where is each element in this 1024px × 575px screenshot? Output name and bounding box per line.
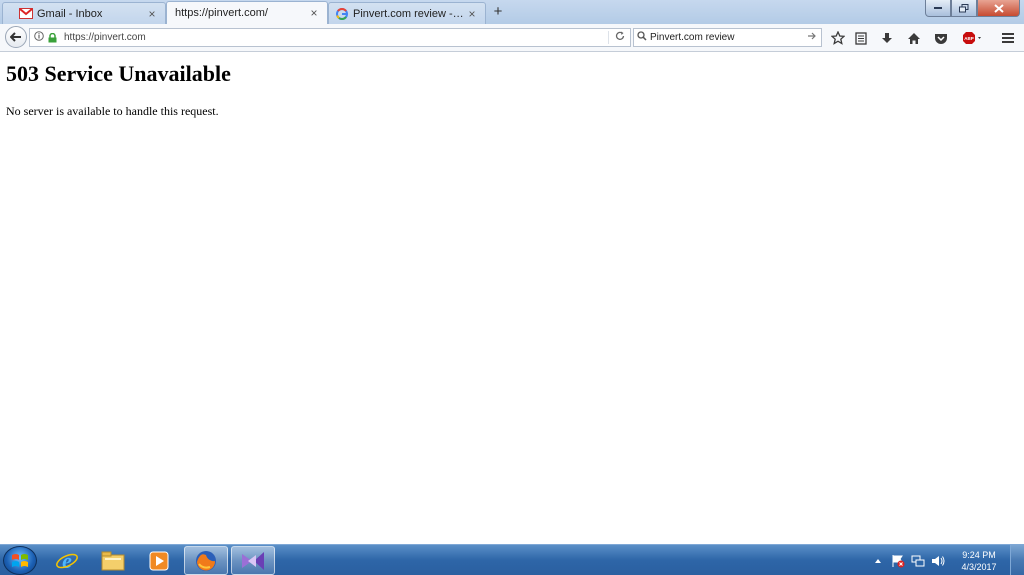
back-arrow-icon (10, 32, 21, 42)
taskbar: e 9:24 PM 4/3/2017 (0, 544, 1024, 575)
error-heading: 503 Service Unavailable (6, 61, 231, 86)
bookmarks-menu-icon[interactable] (853, 30, 869, 46)
url-bar[interactable]: https://pinvert.com (29, 28, 631, 47)
pocket-icon[interactable] (933, 30, 949, 46)
show-hidden-icons-icon[interactable] (870, 553, 886, 569)
bookmark-star-icon[interactable] (830, 30, 846, 46)
svg-text:ABP: ABP (964, 36, 974, 41)
windows-logo-icon (12, 553, 28, 567)
hamburger-menu-icon[interactable] (1000, 30, 1016, 46)
search-bar[interactable]: Pinvert.com review (633, 28, 822, 47)
visual-studio-icon[interactable] (231, 546, 275, 575)
page-content: 503 Service Unavailable No server is ava… (0, 53, 1024, 544)
back-button[interactable] (5, 26, 27, 48)
tab-strip: Gmail - Inbox × https://pinvert.com/ × P… (0, 0, 1024, 24)
file-explorer-icon[interactable] (91, 546, 135, 575)
error-message: No server is available to handle this re… (6, 104, 219, 118)
search-icon (634, 31, 650, 44)
tab-gmail[interactable]: Gmail - Inbox × (2, 2, 166, 24)
close-tab-icon[interactable]: × (145, 7, 159, 21)
internet-explorer-icon[interactable]: e (45, 546, 89, 575)
tab-title: Pinvert.com review - Goog... (353, 7, 465, 20)
info-icon[interactable] (32, 31, 46, 44)
action-center-icon[interactable] (890, 553, 906, 569)
clock[interactable]: 9:24 PM 4/3/2017 (948, 549, 1010, 573)
svg-text:e: e (62, 549, 72, 573)
restore-button[interactable] (951, 0, 977, 17)
show-desktop-button[interactable] (1010, 545, 1024, 575)
close-window-button[interactable] (977, 0, 1020, 17)
close-tab-icon[interactable]: × (465, 7, 479, 21)
download-icon[interactable] (879, 30, 895, 46)
clock-time: 9:24 PM (962, 549, 996, 560)
reload-icon[interactable] (608, 31, 630, 44)
clock-date: 4/3/2017 (961, 561, 997, 572)
new-tab-button[interactable]: + (488, 3, 508, 21)
gmail-icon (19, 7, 33, 21)
minimize-button[interactable] (925, 0, 951, 17)
media-player-icon[interactable] (137, 546, 181, 575)
tab-title: Gmail - Inbox (37, 7, 103, 20)
start-button[interactable] (3, 546, 37, 575)
window-controls (925, 0, 1020, 17)
adblock-plus-icon[interactable]: ABP (962, 30, 984, 46)
url-text[interactable]: https://pinvert.com (64, 32, 608, 43)
google-icon (335, 7, 349, 21)
tab-title: https://pinvert.com/ (175, 7, 268, 19)
close-tab-icon[interactable]: × (307, 6, 321, 20)
search-go-icon[interactable] (807, 32, 821, 43)
firefox-icon[interactable] (184, 546, 228, 575)
tab-pinvert[interactable]: https://pinvert.com/ × (166, 1, 328, 24)
home-icon[interactable] (906, 30, 922, 46)
system-tray: 9:24 PM 4/3/2017 (868, 545, 1024, 575)
lock-icon[interactable] (46, 32, 58, 43)
navigation-toolbar: https://pinvert.com Pinvert.com review A… (0, 24, 1024, 52)
tab-google-search[interactable]: Pinvert.com review - Goog... × (328, 2, 486, 24)
volume-icon[interactable] (930, 553, 946, 569)
network-icon[interactable] (910, 553, 926, 569)
search-input[interactable]: Pinvert.com review (650, 32, 807, 43)
